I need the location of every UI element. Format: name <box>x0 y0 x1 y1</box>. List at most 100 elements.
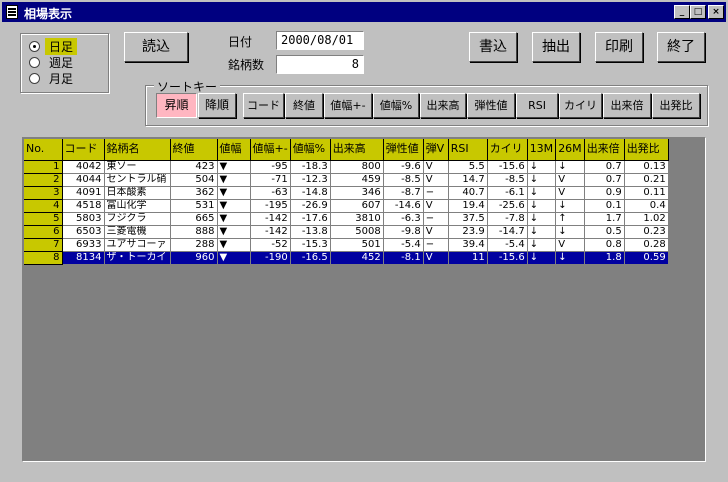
table-cell[interactable]: ▼ <box>217 160 251 174</box>
table-cell[interactable]: V <box>423 173 449 187</box>
table-cell[interactable]: -190 <box>250 251 291 265</box>
table-cell[interactable]: -14.8 <box>290 186 331 200</box>
table-cell[interactable]: -15.6 <box>487 160 528 174</box>
sort-key-close[interactable]: 終値 <box>285 93 323 118</box>
table-cell[interactable]: 346 <box>330 186 384 200</box>
row-number-cell[interactable]: 2 <box>24 173 63 187</box>
row-number-cell[interactable]: 5 <box>24 212 63 226</box>
table-cell[interactable]: − <box>423 212 449 226</box>
table-cell[interactable]: ↓ <box>527 186 557 200</box>
table-cell[interactable]: フジクラ <box>104 212 171 226</box>
table-cell[interactable]: -8.1 <box>383 251 424 265</box>
table-cell[interactable]: -8.5 <box>383 173 424 187</box>
title-bar[interactable]: 相場表示 _ □ × <box>2 2 726 22</box>
table-cell[interactable]: 1.7 <box>584 212 625 226</box>
column-header[interactable]: 値幅+- <box>250 139 291 161</box>
column-header[interactable]: No. <box>24 139 63 161</box>
sort-key-change-pct[interactable]: 値幅% <box>373 93 419 118</box>
sort-key-volume[interactable]: 出来高 <box>420 93 466 118</box>
table-cell[interactable]: 0.4 <box>624 199 669 213</box>
column-header[interactable]: 銘柄名 <box>104 139 171 161</box>
table-cell[interactable]: 6933 <box>62 238 105 252</box>
table-cell[interactable]: V <box>555 173 585 187</box>
table-cell[interactable]: -6.3 <box>383 212 424 226</box>
table-cell[interactable]: 37.5 <box>448 212 488 226</box>
table-row[interactable]: 5 5803 フジクラ 665 ▼ -142 -17.6 3810 -6.3−37.5 -7.8 ↓… <box>24 212 669 226</box>
table-cell[interactable]: -8.7 <box>383 186 424 200</box>
extract-button[interactable]: 抽出 <box>532 32 580 62</box>
table-cell[interactable]: ↓ <box>555 160 585 174</box>
table-cell[interactable]: 0.1 <box>584 199 625 213</box>
table-cell[interactable]: 452 <box>330 251 384 265</box>
table-cell[interactable]: -8.5 <box>487 173 528 187</box>
column-header[interactable]: 弾性値 <box>383 139 424 161</box>
table-cell[interactable]: 6503 <box>62 225 105 239</box>
table-cell[interactable]: 40.7 <box>448 186 488 200</box>
column-header[interactable]: コード <box>62 139 105 161</box>
date-field[interactable]: 2000/08/01 <box>276 31 364 50</box>
table-cell[interactable]: 5008 <box>330 225 384 239</box>
table-cell[interactable]: -13.8 <box>290 225 331 239</box>
table-cell[interactable]: -6.1 <box>487 186 528 200</box>
table-cell[interactable]: 960 <box>170 251 218 265</box>
table-row[interactable]: 3 4091 日本酸素 362 ▼ -63 -14.8 346 -8.7−40.7 -6.1 ↓ V 0… <box>24 186 669 200</box>
table-cell[interactable]: 4044 <box>62 173 105 187</box>
table-cell[interactable]: ↓ <box>527 251 557 265</box>
table-cell[interactable]: 4518 <box>62 199 105 213</box>
minimize-button[interactable]: _ <box>674 5 690 19</box>
table-cell[interactable]: 288 <box>170 238 218 252</box>
radio-monthly-dot[interactable] <box>29 73 40 84</box>
radio-monthly[interactable]: 月足 <box>29 71 77 86</box>
table-cell[interactable]: 504 <box>170 173 218 187</box>
table-cell[interactable]: 362 <box>170 186 218 200</box>
table-cell[interactable]: ▼ <box>217 186 251 200</box>
table-cell[interactable]: V <box>423 199 449 213</box>
table-cell[interactable]: ↓ <box>527 225 557 239</box>
table-cell[interactable]: 888 <box>170 225 218 239</box>
count-field[interactable]: 8 <box>276 55 364 74</box>
table-cell[interactable]: -16.5 <box>290 251 331 265</box>
table-cell[interactable]: -5.4 <box>383 238 424 252</box>
table-cell[interactable]: 531 <box>170 199 218 213</box>
table-cell[interactable]: 0.59 <box>624 251 669 265</box>
column-header[interactable]: 26M <box>555 139 585 161</box>
table-cell[interactable]: ▼ <box>217 238 251 252</box>
table-cell[interactable]: 富山化学 <box>104 199 171 213</box>
table-cell[interactable]: 日本酸素 <box>104 186 171 200</box>
stock-grid[interactable]: No. コード 銘柄名 終値 値幅 値幅+- 値幅% 出来高 弾性値 弾V RS… <box>22 137 706 462</box>
table-cell[interactable]: -7.8 <box>487 212 528 226</box>
table-cell[interactable]: ↓ <box>555 251 585 265</box>
table-cell[interactable]: 501 <box>330 238 384 252</box>
table-cell[interactable]: -15.6 <box>487 251 528 265</box>
table-cell[interactable]: 5803 <box>62 212 105 226</box>
table-cell[interactable]: -195 <box>250 199 291 213</box>
table-cell[interactable]: -14.7 <box>487 225 528 239</box>
table-cell[interactable]: ↑ <box>555 212 585 226</box>
table-cell[interactable]: ↓ <box>527 173 557 187</box>
table-cell[interactable]: ↓ <box>555 225 585 239</box>
table-cell[interactable]: -25.6 <box>487 199 528 213</box>
table-row[interactable]: 1 4042 東ソー 423 ▼ -95 -18.3 800 -9.6 V 5.5 -15.6 ↓ ↓ 0.… <box>24 160 669 174</box>
table-cell[interactable]: 東ソー <box>104 160 171 174</box>
radio-daily-dot[interactable] <box>29 41 40 52</box>
table-cell[interactable]: -26.9 <box>290 199 331 213</box>
table-cell[interactable]: 8134 <box>62 251 105 265</box>
sort-key-deviation[interactable]: カイリ <box>559 93 602 118</box>
maximize-button[interactable]: □ <box>690 5 706 19</box>
table-cell[interactable]: 423 <box>170 160 218 174</box>
table-cell[interactable]: 0.28 <box>624 238 669 252</box>
table-cell[interactable]: ↓ <box>527 199 557 213</box>
sort-key-rsi[interactable]: RSI <box>516 93 558 118</box>
table-cell[interactable]: 0.11 <box>624 186 669 200</box>
sort-key-volume-ratio[interactable]: 出来倍 <box>603 93 651 118</box>
table-cell[interactable]: 4091 <box>62 186 105 200</box>
sort-key-change[interactable]: 値幅+- <box>324 93 372 118</box>
table-cell[interactable]: ↓ <box>555 199 585 213</box>
column-header[interactable]: RSI <box>448 139 488 161</box>
table-cell[interactable]: 0.5 <box>584 225 625 239</box>
table-cell[interactable]: -18.3 <box>290 160 331 174</box>
table-cell[interactable]: V <box>423 160 449 174</box>
table-row[interactable]: 8 8134 ザ・トーカイ 960 ▼ -190 -16.5 452 -8.1 V 11 -15.6 ↓… <box>24 251 669 265</box>
column-header[interactable]: カイリ <box>487 139 528 161</box>
column-header[interactable]: 弾V <box>423 139 449 161</box>
